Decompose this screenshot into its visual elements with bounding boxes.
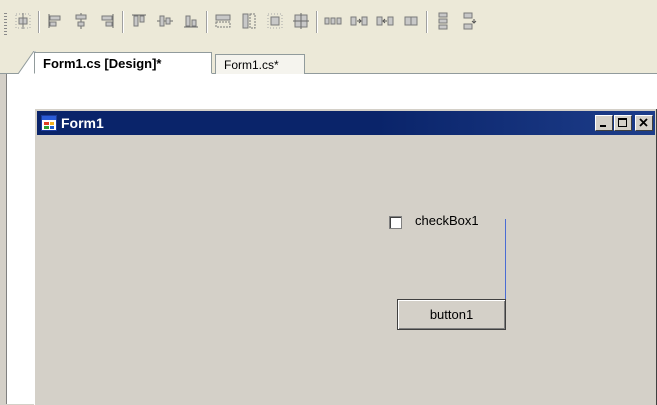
make-same-height-icon[interactable] xyxy=(238,10,260,32)
toolbar-separator xyxy=(38,11,39,33)
form-title: Form1 xyxy=(61,115,104,131)
align-middles-icon[interactable] xyxy=(154,10,176,32)
align-to-grid-icon[interactable] xyxy=(12,10,34,32)
horizontal-spacing-equal-icon[interactable] xyxy=(322,10,344,32)
toolbar-separator xyxy=(122,11,123,33)
vertical-spacing-increase-icon[interactable] xyxy=(458,10,480,32)
vertical-spacing-equal-icon[interactable] xyxy=(432,10,454,32)
checkbox1-box[interactable] xyxy=(389,216,402,229)
tab-form1-code[interactable]: Form1.cs* xyxy=(215,54,305,74)
align-centers-icon[interactable] xyxy=(70,10,92,32)
close-icon xyxy=(639,118,648,127)
toolbar-separator xyxy=(206,11,207,33)
horizontal-spacing-increase-icon[interactable] xyxy=(348,10,370,32)
horizontal-spacing-decrease-icon[interactable] xyxy=(374,10,396,32)
maximize-button[interactable] xyxy=(614,115,632,131)
align-bottoms-icon[interactable] xyxy=(180,10,202,32)
checkbox1-label[interactable]: checkBox1 xyxy=(415,213,479,228)
minimize-icon xyxy=(600,125,606,127)
horizontal-spacing-remove-icon[interactable] xyxy=(400,10,422,32)
align-rights-icon[interactable] xyxy=(96,10,118,32)
form-title-bar[interactable]: Form1 xyxy=(37,111,655,135)
maximize-icon xyxy=(618,118,627,127)
toolbar-separator xyxy=(426,11,427,33)
make-same-size-icon[interactable] xyxy=(290,10,312,32)
toolbar-grip[interactable] xyxy=(4,13,7,37)
size-to-grid-icon[interactable] xyxy=(264,10,286,32)
form-icon xyxy=(41,115,57,131)
tab-form1-design[interactable]: Form1.cs [Design]* xyxy=(34,52,212,74)
surface-left-border xyxy=(0,74,7,404)
design-surface[interactable]: Form1 checkBox1 button1 xyxy=(0,74,657,405)
button1[interactable]: button1 xyxy=(397,299,506,330)
document-tab-strip: Form1.cs [Design]* Form1.cs* xyxy=(0,42,657,74)
align-tops-icon[interactable] xyxy=(128,10,150,32)
close-button[interactable] xyxy=(635,115,653,131)
make-same-width-icon[interactable] xyxy=(212,10,234,32)
minimize-button[interactable] xyxy=(595,115,613,131)
designed-form[interactable]: Form1 checkBox1 button1 xyxy=(34,108,657,405)
toolbar-separator xyxy=(316,11,317,33)
align-lefts-icon[interactable] xyxy=(44,10,66,32)
layout-toolbar xyxy=(0,0,657,42)
